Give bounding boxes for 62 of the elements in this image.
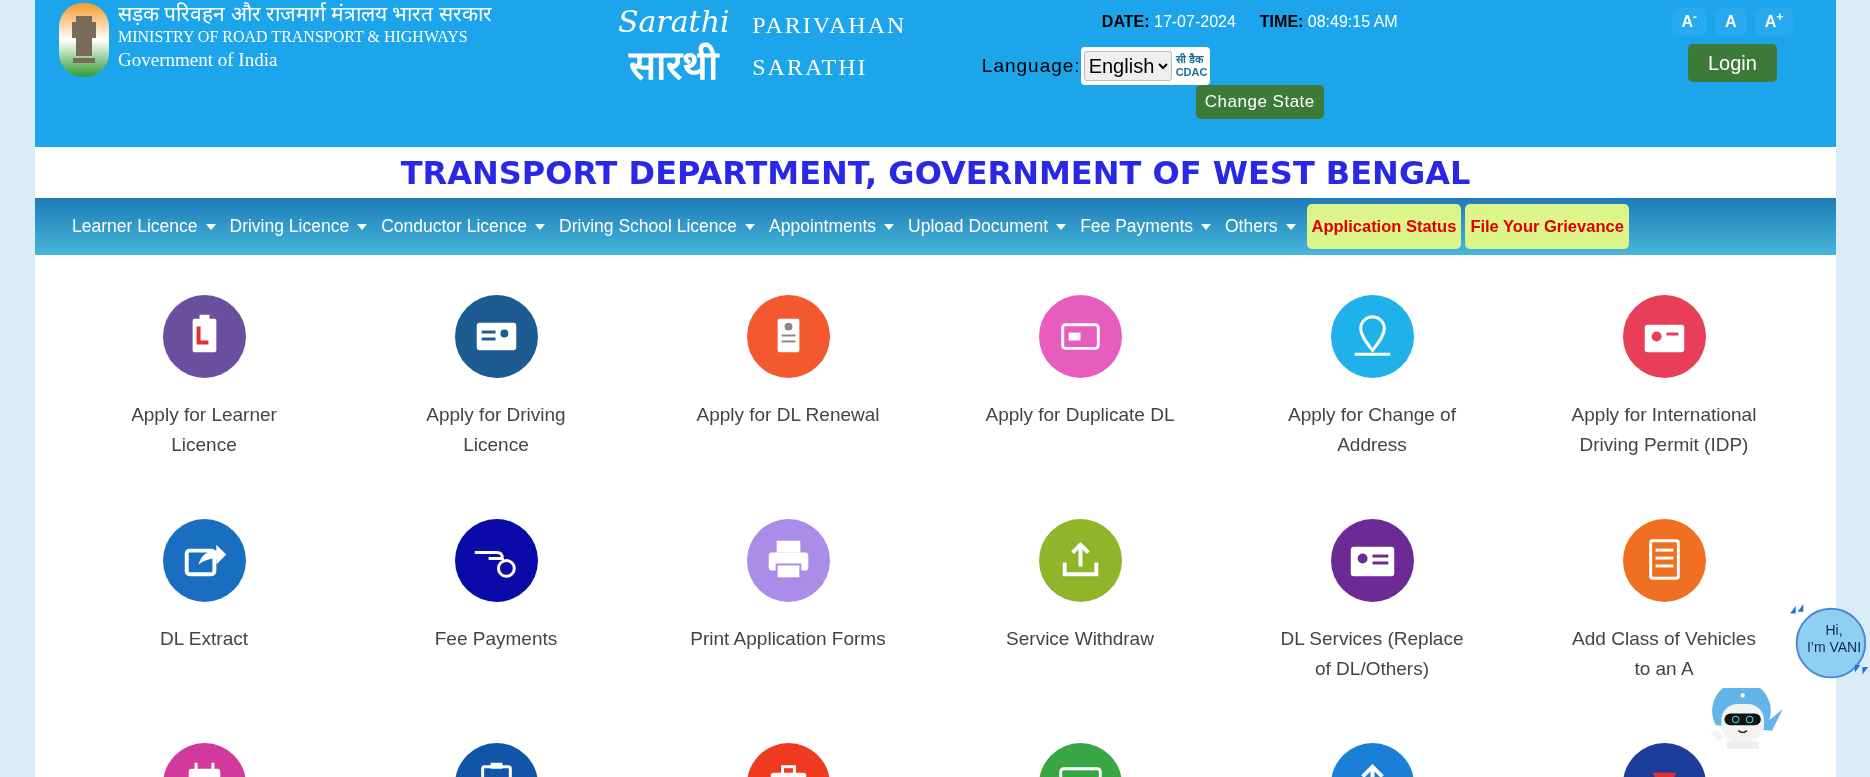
service-link[interactable]: Apply for International Driving Permit (IDP): [1564, 400, 1764, 460]
government-text: Government of India: [118, 48, 279, 72]
service-link[interactable]: Apply for Duplicate DL: [985, 400, 1175, 460]
service-link[interactable]: Apply for DL Renewal: [696, 400, 880, 460]
portal-name: PARIVAHAN: [752, 11, 907, 40]
location-pin-icon[interactable]: [1330, 295, 1414, 378]
caret-icon: [884, 223, 895, 230]
nav-menu[interactable]: Upload Document: [901, 213, 1074, 240]
nav-menu[interactable]: Others: [1218, 213, 1303, 240]
ministry-name: MINISTRY OF ROAD TRANSPORT & HIGHWAYS: [118, 27, 469, 47]
chatbot-greeting: I’m VANI: [1805, 639, 1863, 656]
language-select[interactable]: English: [1083, 51, 1172, 81]
printer-icon[interactable]: [746, 519, 830, 602]
checklist-icon[interactable]: [1622, 519, 1706, 602]
nav-menu[interactable]: Driving School Licence: [552, 213, 763, 240]
share-icon[interactable]: [162, 519, 246, 602]
service-link[interactable]: Service Withdraw: [1006, 624, 1154, 684]
logo-text: Sarathi: [616, 3, 731, 41]
caret-icon: [745, 223, 756, 230]
learner-card-icon[interactable]: [162, 295, 246, 378]
nav-menu[interactable]: Appointments: [762, 213, 902, 240]
font-size-button[interactable]: A$^{-}$: [1671, 8, 1708, 36]
id-card-icon[interactable]: [1330, 519, 1414, 602]
caret-icon: [535, 223, 546, 230]
upload-icon[interactable]: [1038, 519, 1122, 602]
ministry-hindi-text: सड़क परिवहन और राजमार्ग मंत्रालय भारत सरकार: [118, 2, 492, 26]
date-text: DATE: 17-07-2024: [1101, 12, 1236, 32]
card-icon[interactable]: [1038, 295, 1122, 378]
department-title: TRANSPORT DEPARTMENT, GOVERNMENT OF WEST BENGAL: [400, 152, 1471, 194]
nav-menu[interactable]: Conductor Licence: [374, 213, 553, 240]
nav-menu[interactable]: Driving Licence: [222, 213, 375, 240]
cdac-hindi-text: सी डैक: [1175, 53, 1205, 66]
service-link[interactable]: Print Application Forms: [690, 624, 886, 684]
font-size-button[interactable]: A$^{+}$: [1754, 8, 1794, 36]
nav-menu[interactable]: Fee Payments: [1073, 213, 1218, 240]
id-badge-icon[interactable]: [1622, 295, 1706, 378]
nav-link[interactable]: File Your Grievance: [1465, 204, 1629, 249]
nav-link[interactable]: Application Status: [1306, 204, 1462, 249]
document-icon[interactable]: [746, 295, 830, 378]
time-text: TIME: 08:49:15 AM: [1259, 12, 1398, 32]
caret-icon: [1056, 223, 1067, 230]
service-link[interactable]: DL Extract: [160, 624, 248, 684]
id-card-icon[interactable]: [454, 295, 538, 378]
caret-icon: [357, 223, 368, 230]
change-state-button[interactable]: Change State: [1195, 85, 1324, 119]
caret-icon: [1285, 223, 1296, 230]
chatbot-greeting: Hi,: [1824, 622, 1844, 639]
nav-menu[interactable]: Learner Licence: [65, 213, 223, 240]
login-button[interactable]: Login: [1687, 44, 1777, 82]
service-link[interactable]: Apply for Driving Licence: [396, 400, 596, 460]
service-link[interactable]: Apply for Learner Licence: [104, 400, 304, 460]
service-link[interactable]: Fee Payments: [434, 624, 558, 684]
font-size-button[interactable]: A: [1715, 8, 1747, 36]
caret-icon: [205, 223, 216, 230]
cdac-text: CDAC: [1175, 66, 1208, 79]
caret-icon: [1201, 223, 1211, 230]
service-link[interactable]: DL Services (Replace of DL/Others): [1272, 624, 1472, 684]
portal-name: SARATHI: [752, 53, 869, 82]
language-label: Language:: [981, 53, 1081, 78]
service-link[interactable]: Add Class of Vehicles to an A: [1564, 624, 1764, 684]
service-link[interactable]: Apply for Change of Address: [1272, 400, 1472, 460]
logo-hindi-text: सारथी: [627, 44, 721, 86]
